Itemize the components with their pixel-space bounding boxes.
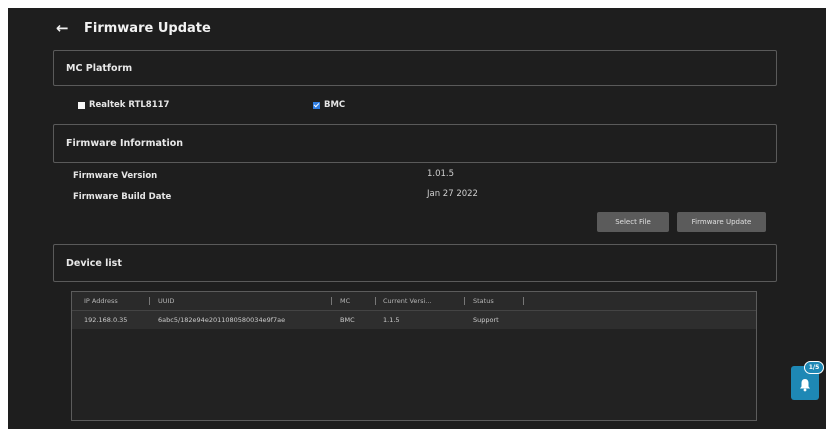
firmware-version-label: Firmware Version [73,171,158,181]
firmware-information-section: Firmware Information [53,124,777,163]
notification-badge: 1/5 [804,361,824,374]
firmware-update-button[interactable]: Firmware Update [677,212,766,232]
cell-current-version: 1.1.5 [383,316,400,324]
firmware-information-title: Firmware Information [66,138,183,149]
column-header-uuid[interactable]: UUID [158,297,174,305]
cell-uuid: 6abc5/182e94e2011080580034e9f7ae [158,316,286,324]
table-header: IP Address UUID MC Current Versi... Stat… [72,292,756,311]
notification-button[interactable]: 1/5 [791,361,824,400]
cell-status: Support [473,316,499,324]
page-header: ← Firmware Update [56,18,211,38]
column-separator[interactable] [149,297,150,305]
realtek-option[interactable]: Realtek RTL8117 [78,100,169,110]
device-list-section: Device list [53,244,777,282]
mc-platform-section: MC Platform [53,50,777,86]
realtek-label: Realtek RTL8117 [89,100,170,110]
column-separator[interactable] [331,297,332,305]
bmc-label: BMC [324,100,346,110]
bmc-checkbox[interactable] [313,101,320,109]
column-header-mc[interactable]: MC [340,297,350,305]
column-header-current-version[interactable]: Current Versi... [383,297,431,305]
page-title: Firmware Update [84,20,211,36]
cell-mc: BMC [340,316,355,324]
column-separator[interactable] [523,297,524,305]
firmware-build-date-label: Firmware Build Date [73,192,172,202]
arrow-left-icon[interactable]: ← [56,19,78,37]
bmc-option[interactable]: BMC [313,100,345,110]
column-separator[interactable] [464,297,465,305]
realtek-checkbox[interactable] [78,101,85,109]
firmware-build-date-value: Jan 27 2022 [427,189,478,199]
column-header-ip[interactable]: IP Address [84,297,118,305]
mc-platform-title: MC Platform [66,63,133,74]
table-row[interactable]: 192.168.0.35 6abc5/182e94e2011080580034e… [72,311,756,329]
cell-ip: 192.168.0.35 [84,316,128,324]
device-table: IP Address UUID MC Current Versi... Stat… [71,291,757,421]
firmware-version-value: 1.01.5 [427,169,455,179]
column-separator[interactable] [375,297,376,305]
select-file-button[interactable]: Select File [597,212,669,232]
column-header-status[interactable]: Status [473,297,494,305]
bell-icon [800,379,810,392]
device-list-title: Device list [66,258,122,269]
